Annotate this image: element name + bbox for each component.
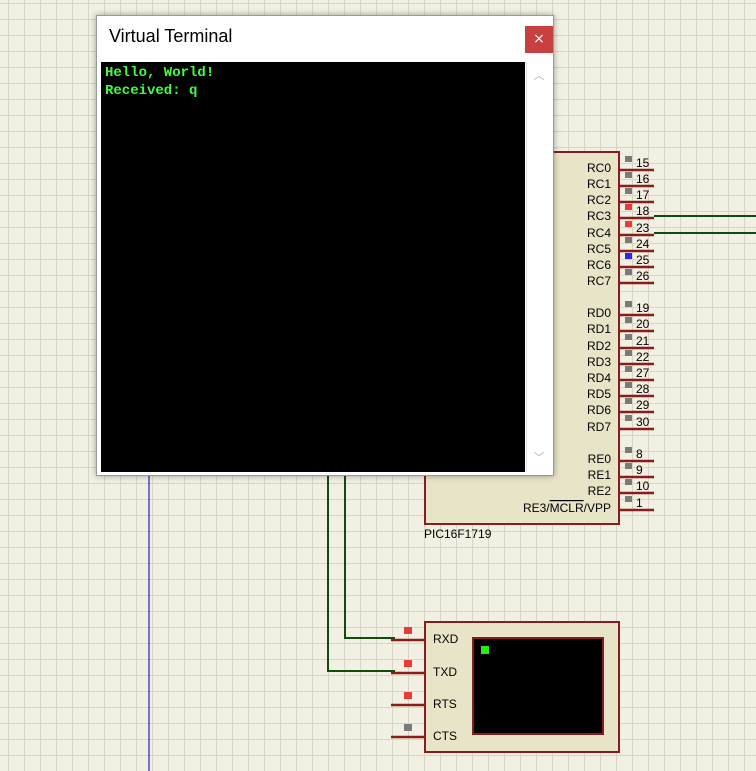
terminal-component[interactable]: RXD TXD RTS CTS [391, 621, 620, 753]
terminal-pin-label: RXD [433, 632, 459, 646]
mcu-pin-state-indicator [625, 188, 632, 194]
terminal-line: Hello, World! [105, 65, 215, 81]
mcu-pin-label: RC7 [587, 274, 611, 288]
mcu-pin-number: 25 [636, 253, 650, 267]
mclr-overbar: MCLR [550, 501, 584, 515]
mcu-pin-state-indicator [625, 398, 632, 404]
mcu-pin-state-indicator [625, 479, 632, 485]
mcu-pin-label: RC5 [587, 242, 611, 256]
mcu-pin-number: 30 [636, 415, 650, 429]
terminal-pin-label: TXD [433, 665, 457, 679]
mcu-pin-state-indicator [625, 269, 632, 275]
mclr-suffix: /VPP [584, 501, 611, 515]
mcu-pin-state-indicator [625, 172, 632, 178]
mcu-pin-label: RD5 [587, 387, 611, 401]
mcu-pin-state-indicator [625, 204, 632, 210]
mcu-pin-label: RE2 [588, 484, 612, 498]
mcu-pin-number: 1 [636, 496, 643, 510]
mcu-pin-number: 16 [636, 172, 650, 186]
mcu-pin-number: 10 [636, 479, 650, 493]
mcu-pin-label: RD4 [587, 371, 611, 385]
mcu-pin-number: 9 [636, 463, 643, 477]
mcu-pin-state-indicator [625, 301, 632, 307]
wire-rxd[interactable] [344, 476, 395, 639]
mcu-pin-label: RC4 [587, 226, 611, 240]
mcu-pin-label: RD2 [587, 339, 611, 353]
scroll-down-icon[interactable]: ﹀ [527, 448, 551, 468]
mcu-pin-state-indicator [625, 156, 632, 162]
terminal-cursor [481, 646, 489, 654]
close-button[interactable]: × [525, 26, 553, 53]
mcu-pin-number: 20 [636, 317, 650, 331]
virtual-terminal-window[interactable]: Virtual Terminal × Hello, World! Received… [96, 15, 554, 476]
mcu-pin-label: RC1 [587, 177, 611, 191]
mcu-pin-label: RD7 [587, 420, 611, 434]
mcu-pin-state-indicator [625, 350, 632, 356]
mcu-pin-number: 19 [636, 301, 650, 315]
mcu-pin-state-indicator [625, 447, 632, 453]
mcu-pin-label: RC2 [587, 193, 611, 207]
wire-txd[interactable] [327, 476, 395, 672]
mcu-pin-label: RE1 [588, 468, 612, 482]
mcu-pin-number: 23 [636, 221, 650, 235]
terminal-line: Received: q [105, 83, 198, 99]
terminal-pin-state-indicator [404, 660, 412, 667]
mcu-pin-label: RE0 [588, 452, 612, 466]
terminal-pin-state-indicator [404, 692, 412, 699]
mcu-pin-state-indicator [625, 463, 632, 469]
terminal-output[interactable]: Hello, World! Received: q [101, 62, 525, 472]
mcu-pin-number: 24 [636, 237, 650, 251]
mcu-pin-number: 29 [636, 398, 650, 412]
mcu-pin-number: 15 [636, 156, 650, 170]
close-icon: × [533, 31, 545, 47]
window-title: Virtual Terminal [109, 26, 233, 46]
terminal-pin-state-indicator [404, 627, 412, 634]
mcu-pin-label: RD0 [587, 306, 611, 320]
mcu-pin-number: 21 [636, 334, 650, 348]
mcu-pin-state-indicator [625, 496, 632, 502]
mcu-pin-label: RD6 [587, 403, 611, 417]
mcu-pin-number: 27 [636, 366, 650, 380]
mcu-pin-state-indicator [625, 253, 632, 259]
mcu-pin-state-indicator [625, 317, 632, 323]
scroll-up-icon[interactable]: ︿ [527, 66, 551, 86]
mcu-pin-number: 17 [636, 188, 650, 202]
terminal-pin-state-indicator [404, 724, 412, 731]
mcu-pin-state-indicator [625, 382, 632, 388]
mcu-pin-number: 8 [636, 447, 643, 461]
mcu-pin-state-indicator [625, 334, 632, 340]
mcu-pin-state-indicator [625, 237, 632, 243]
mcu-pin-state-indicator [625, 221, 632, 227]
terminal-component-screen [472, 637, 604, 735]
mcu-pin-label-mclr: RE3/MCLR/VPP [523, 501, 611, 515]
mcu-pin-state-indicator [625, 415, 632, 421]
mcu-pin-label: RC3 [587, 209, 611, 223]
mcu-pin-label: RD1 [587, 322, 611, 336]
mcu-pin-number: 18 [636, 204, 650, 218]
mcu-pin-label: RC0 [587, 161, 611, 175]
mcu-pin-label: RC6 [587, 258, 611, 272]
mcu-pin-state-indicator [625, 366, 632, 372]
terminal-pin-label: RTS [433, 697, 457, 711]
mcu-pin-number: 26 [636, 269, 650, 283]
window-titlebar[interactable]: Virtual Terminal × [97, 16, 553, 60]
vertical-scrollbar[interactable]: ︿ ﹀ [526, 62, 551, 472]
mcu-pin-label: RD3 [587, 355, 611, 369]
mcu-pin-number: 28 [636, 382, 650, 396]
mcu-pin-number: 22 [636, 350, 650, 364]
terminal-pin-label: CTS [433, 729, 457, 743]
mcu-part-name: PIC16F1719 [424, 527, 492, 541]
mclr-prefix: RE3/ [523, 501, 550, 515]
